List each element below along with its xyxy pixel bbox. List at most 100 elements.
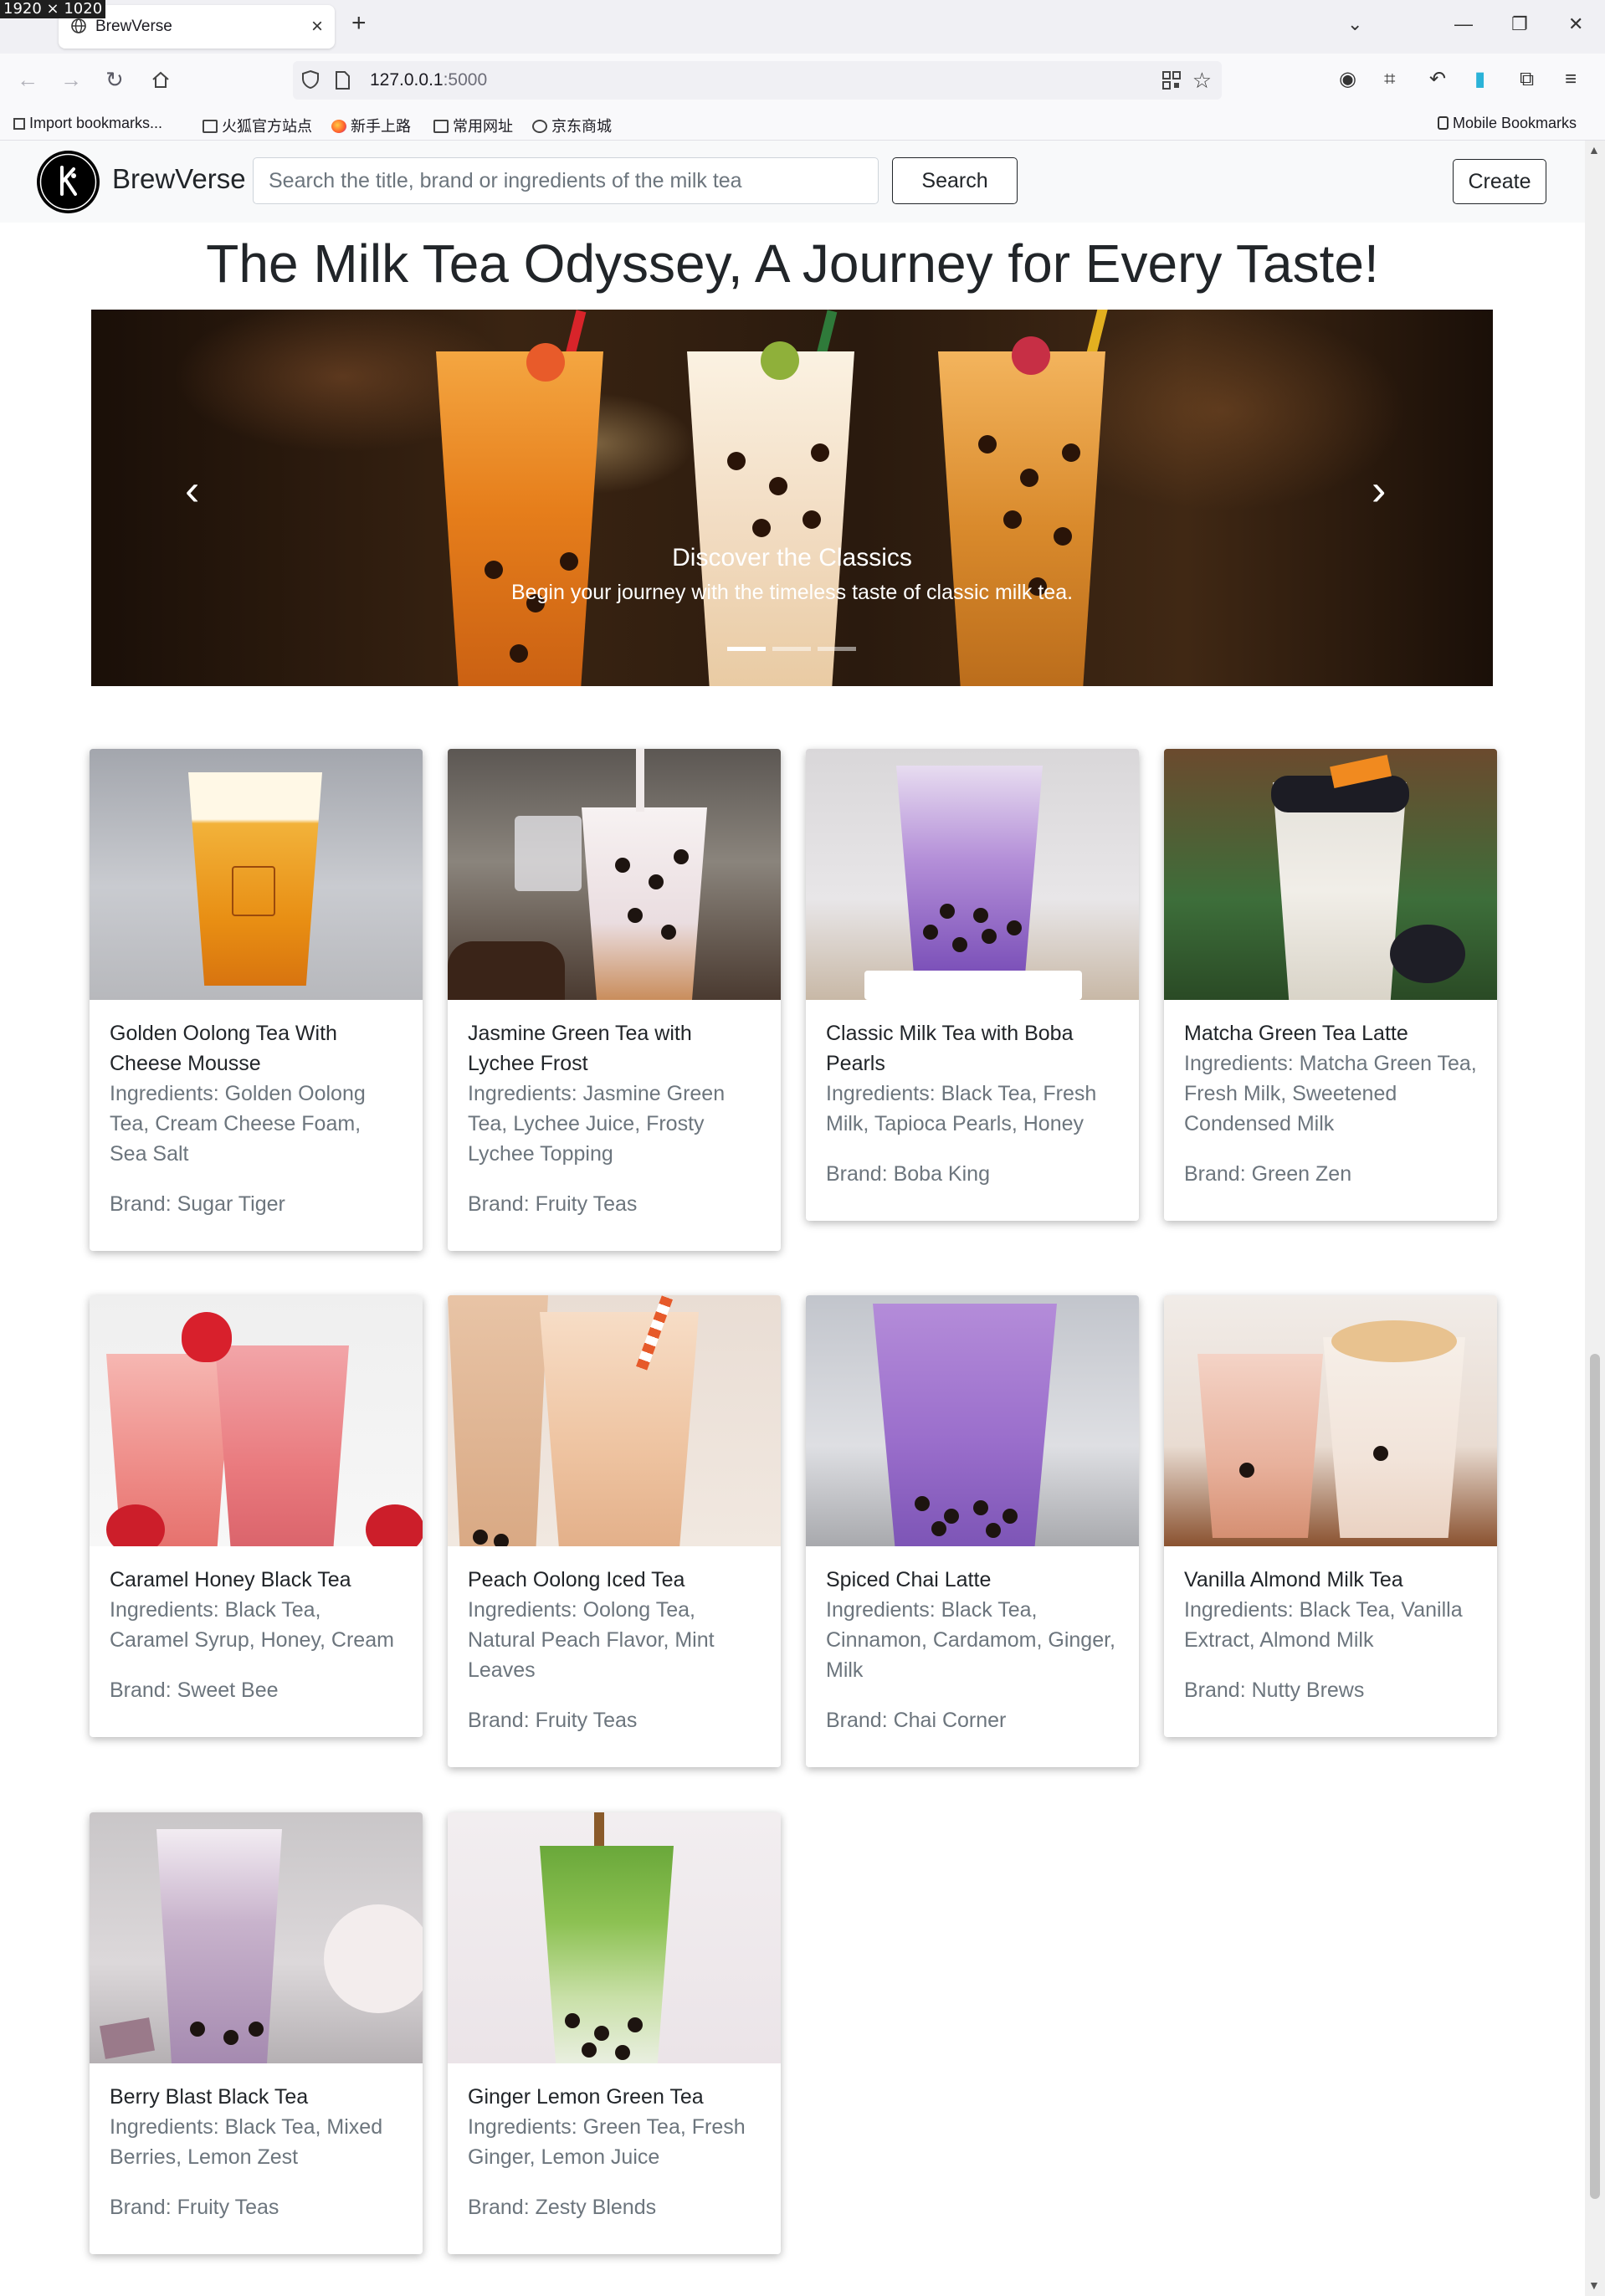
tea-image	[806, 749, 1139, 1000]
bookmark-jd[interactable]: 京东商城	[532, 115, 612, 136]
slide-title: Discover the Classics	[672, 544, 912, 571]
home-icon[interactable]	[151, 70, 171, 90]
forward-icon[interactable]: →	[60, 69, 82, 90]
search-input[interactable]	[253, 157, 879, 204]
folder-icon	[433, 120, 449, 133]
tea-name: Vanilla Almond Milk Tea	[1184, 1568, 1403, 1591]
import-icon	[13, 118, 25, 130]
tea-ingredients: Ingredients: Black Tea, Caramel Syrup, H…	[110, 1598, 394, 1652]
tea-card[interactable]: Jasmine Green Tea with Lychee Frost Ingr…	[448, 749, 781, 1251]
bookmark-import[interactable]: Import bookmarks...	[13, 115, 162, 132]
chevron-left-icon[interactable]: ‹	[185, 469, 199, 512]
garnish	[1012, 336, 1050, 375]
extensions-puzzle-icon[interactable]: ⧉	[1520, 69, 1534, 90]
extension-cup-icon[interactable]: ▮	[1474, 69, 1485, 90]
site-navbar: BrewVerse Search Create	[0, 141, 1585, 223]
carousel-indicator-1[interactable]	[727, 647, 766, 651]
tea-card[interactable]: Vanilla Almond Milk Tea Ingredients: Bla…	[1164, 1295, 1497, 1737]
tea-brand: Brand: Boba King	[826, 1162, 990, 1186]
carousel-indicator-3[interactable]	[818, 647, 856, 651]
account-icon[interactable]: ◉	[1339, 69, 1356, 90]
tea-image	[90, 749, 423, 1000]
create-button[interactable]: Create	[1453, 159, 1546, 204]
qr-code-icon[interactable]	[1161, 70, 1182, 90]
tea-image	[806, 1295, 1139, 1546]
tea-name: Jasmine Green Tea with Lychee Frost	[468, 1022, 692, 1075]
tea-ingredients: Ingredients: Green Tea, Fresh Ginger, Le…	[468, 2115, 746, 2169]
brand-logo[interactable]	[37, 151, 100, 213]
menu-icon[interactable]: ≡	[1565, 69, 1577, 90]
bookmark-common-sites[interactable]: 常用网址	[433, 115, 513, 136]
shield-icon[interactable]	[301, 69, 320, 90]
carousel-indicator-2[interactable]	[772, 647, 811, 651]
mobile-bookmarks[interactable]: Mobile Bookmarks	[1438, 115, 1577, 132]
pearl	[1054, 527, 1072, 546]
brand-name[interactable]: BrewVerse	[112, 163, 246, 195]
globe-icon	[532, 120, 547, 133]
carousel-caption: Discover the Classics Begin your journey…	[91, 544, 1493, 605]
pearl	[978, 435, 997, 454]
tea-cup	[687, 351, 854, 686]
bookmark-star-icon[interactable]: ☆	[1192, 68, 1212, 94]
list-tabs-icon[interactable]: ⌄	[1347, 13, 1362, 35]
tea-card[interactable]: Matcha Green Tea Latte Ingredients: Matc…	[1164, 749, 1497, 1221]
address-bar[interactable]: 127.0.0.1:5000 ☆	[293, 61, 1222, 100]
tea-card[interactable]: Peach Oolong Iced Tea Ingredients: Oolon…	[448, 1295, 781, 1767]
bookmark-firefox-site[interactable]: 火狐官方站点	[203, 115, 312, 136]
scroll-up-icon[interactable]: ▲	[1588, 144, 1600, 156]
tea-brand: Brand: Sweet Bee	[110, 1678, 279, 1702]
back-icon[interactable]: ←	[17, 69, 38, 90]
tea-ingredients: Ingredients: Black Tea, Fresh Milk, Tapi…	[826, 1082, 1097, 1135]
firefox-icon	[331, 120, 346, 133]
new-tab-icon[interactable]: +	[351, 11, 367, 36]
browser-toolbar: ← → ↻ 127.0.0.1:5000 ☆ ◉ ⌗ ↶ ▮ ⧉ ≡	[0, 54, 1605, 107]
tea-ingredients: Ingredients: Black Tea, Cinnamon, Cardam…	[826, 1598, 1115, 1682]
chevron-right-icon[interactable]: ›	[1372, 469, 1386, 512]
page-scrollbar[interactable]: ▲ ▼	[1585, 141, 1605, 2296]
screen-size-badge: 1920 × 1020	[0, 0, 106, 18]
search-button[interactable]: Search	[892, 157, 1018, 204]
minimize-icon[interactable]: —	[1454, 13, 1473, 35]
tea-name: Spiced Chai Latte	[826, 1568, 992, 1591]
tea-card[interactable]: Golden Oolong Tea With Cheese Mousse Ing…	[90, 749, 423, 1251]
tea-name: Caramel Honey Black Tea	[110, 1568, 351, 1591]
tea-card[interactable]: Classic Milk Tea with Boba Pearls Ingred…	[806, 749, 1139, 1221]
bookmarks-bar: Import bookmarks... 火狐官方站点 新手上路 常用网址 京东商…	[0, 107, 1605, 141]
tea-cup	[938, 351, 1105, 686]
pearl	[769, 477, 787, 495]
tea-ingredients: Ingredients: Black Tea, Vanilla Extract,…	[1184, 1598, 1463, 1652]
bookmark-getting-started[interactable]: 新手上路	[331, 115, 411, 136]
mobile-icon	[1438, 116, 1449, 130]
pearl	[752, 519, 771, 537]
reload-icon[interactable]: ↻	[105, 69, 124, 90]
url-text[interactable]: 127.0.0.1:5000	[370, 70, 487, 90]
tea-card[interactable]: Spiced Chai Latte Ingredients: Black Tea…	[806, 1295, 1139, 1767]
globe-icon	[71, 18, 86, 33]
restore-icon[interactable]: ❐	[1511, 13, 1528, 35]
garnish	[526, 343, 565, 382]
tea-card[interactable]: Berry Blast Black Tea Ingredients: Black…	[90, 1812, 423, 2254]
garnish	[761, 341, 799, 380]
page-icon	[336, 71, 350, 90]
tea-image	[448, 749, 781, 1000]
scroll-down-icon[interactable]: ▼	[1588, 2279, 1600, 2291]
tea-brand: Brand: Zesty Blends	[468, 2196, 657, 2219]
tea-ingredients: Ingredients: Golden Oolong Tea, Cream Ch…	[110, 1082, 366, 1166]
tea-brand: Brand: Chai Corner	[826, 1709, 1007, 1732]
tea-ingredients: Ingredients: Black Tea, Mixed Berries, L…	[110, 2115, 383, 2169]
close-window-icon[interactable]: ✕	[1568, 13, 1583, 35]
tea-card[interactable]: Ginger Lemon Green Tea Ingredients: Gree…	[448, 1812, 781, 2254]
tea-name: Golden Oolong Tea With Cheese Mousse	[110, 1022, 337, 1075]
pearl	[510, 644, 528, 663]
pearl	[727, 452, 746, 470]
tea-brand: Brand: Nutty Brews	[1184, 1678, 1365, 1702]
undo-icon[interactable]: ↶	[1429, 69, 1446, 90]
scroll-thumb[interactable]	[1590, 1354, 1600, 2199]
tea-card[interactable]: Caramel Honey Black Tea Ingredients: Bla…	[90, 1295, 423, 1737]
tea-name: Matcha Green Tea Latte	[1184, 1022, 1408, 1045]
close-tab-icon[interactable]: ×	[311, 15, 323, 38]
tea-name: Classic Milk Tea with Boba Pearls	[826, 1022, 1074, 1075]
tab-title: BrewVerse	[95, 18, 172, 35]
tea-ingredients: Ingredients: Jasmine Green Tea, Lychee J…	[468, 1082, 726, 1166]
crop-icon[interactable]: ⌗	[1384, 69, 1396, 90]
